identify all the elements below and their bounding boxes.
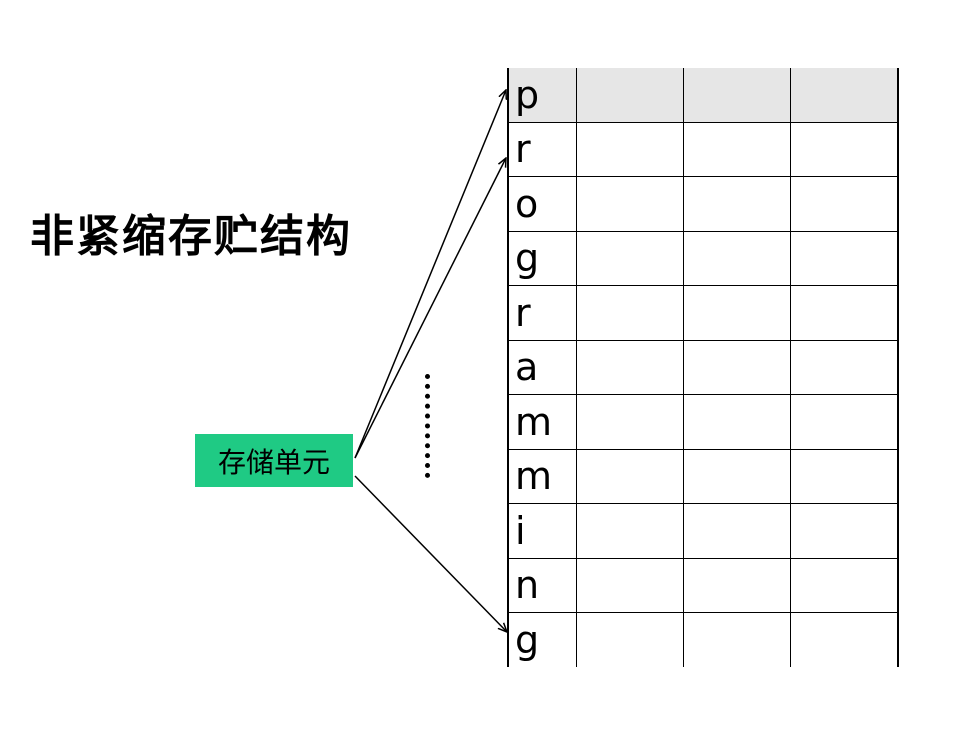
ellipsis-dots xyxy=(425,374,431,478)
empty-cell xyxy=(576,230,684,286)
letter-cell: i xyxy=(507,503,577,559)
letter-cell: o xyxy=(507,176,577,232)
empty-cell xyxy=(683,68,791,123)
empty-cell xyxy=(683,394,791,450)
letter-cell: m xyxy=(507,448,577,504)
storage-unit-text: 存储单元 xyxy=(217,445,330,479)
empty-cell xyxy=(790,230,899,286)
empty-cell xyxy=(683,448,791,504)
empty-cell xyxy=(790,176,899,232)
empty-cell xyxy=(683,285,791,341)
grid-row: p xyxy=(507,68,899,123)
grid-row: a xyxy=(507,339,899,395)
grid-row: r xyxy=(507,121,899,177)
empty-cell xyxy=(576,285,684,341)
grid-row: g xyxy=(507,230,899,286)
empty-cell xyxy=(576,68,684,123)
empty-cell xyxy=(790,612,899,667)
empty-cell xyxy=(790,448,899,504)
empty-cell xyxy=(683,557,791,613)
grid-row: i xyxy=(507,503,899,559)
storage-unit-label: 存储单元 xyxy=(195,434,353,487)
grid-row: r xyxy=(507,285,899,341)
empty-cell xyxy=(576,339,684,395)
empty-cell xyxy=(576,503,684,559)
letter-cell: a xyxy=(507,339,577,395)
slide-title: 非紧缩存贮结构 xyxy=(30,211,352,262)
empty-cell xyxy=(576,557,684,613)
empty-cell xyxy=(683,230,791,286)
empty-cell xyxy=(576,394,684,450)
arrow-to-g xyxy=(354,475,507,632)
letter-cell: p xyxy=(507,68,577,123)
grid-row: m xyxy=(507,448,899,504)
grid-row: m xyxy=(507,394,899,450)
letter-cell: g xyxy=(507,230,577,286)
empty-cell xyxy=(790,68,899,123)
empty-cell xyxy=(790,121,899,177)
letter-cell: r xyxy=(507,285,577,341)
empty-cell xyxy=(790,339,899,395)
empty-cell xyxy=(576,448,684,504)
empty-cell xyxy=(790,503,899,559)
empty-cell xyxy=(790,285,899,341)
empty-cell xyxy=(683,503,791,559)
letter-cell: g xyxy=(507,612,577,667)
empty-cell xyxy=(683,176,791,232)
empty-cell xyxy=(576,176,684,232)
empty-cell xyxy=(790,557,899,613)
grid-row: o xyxy=(507,176,899,232)
empty-cell xyxy=(683,339,791,395)
empty-cell xyxy=(790,394,899,450)
letter-cell: n xyxy=(507,557,577,613)
empty-cell xyxy=(683,121,791,177)
letter-cell: r xyxy=(507,121,577,177)
empty-cell xyxy=(576,612,684,667)
letter-cell: m xyxy=(507,394,577,450)
grid-row: g xyxy=(507,612,899,667)
grid-row: n xyxy=(507,557,899,613)
empty-cell xyxy=(576,121,684,177)
slide: 非紧缩存贮结构 存储单元 programming xyxy=(0,0,972,736)
empty-cell xyxy=(683,612,791,667)
memory-grid: programming xyxy=(507,68,899,667)
